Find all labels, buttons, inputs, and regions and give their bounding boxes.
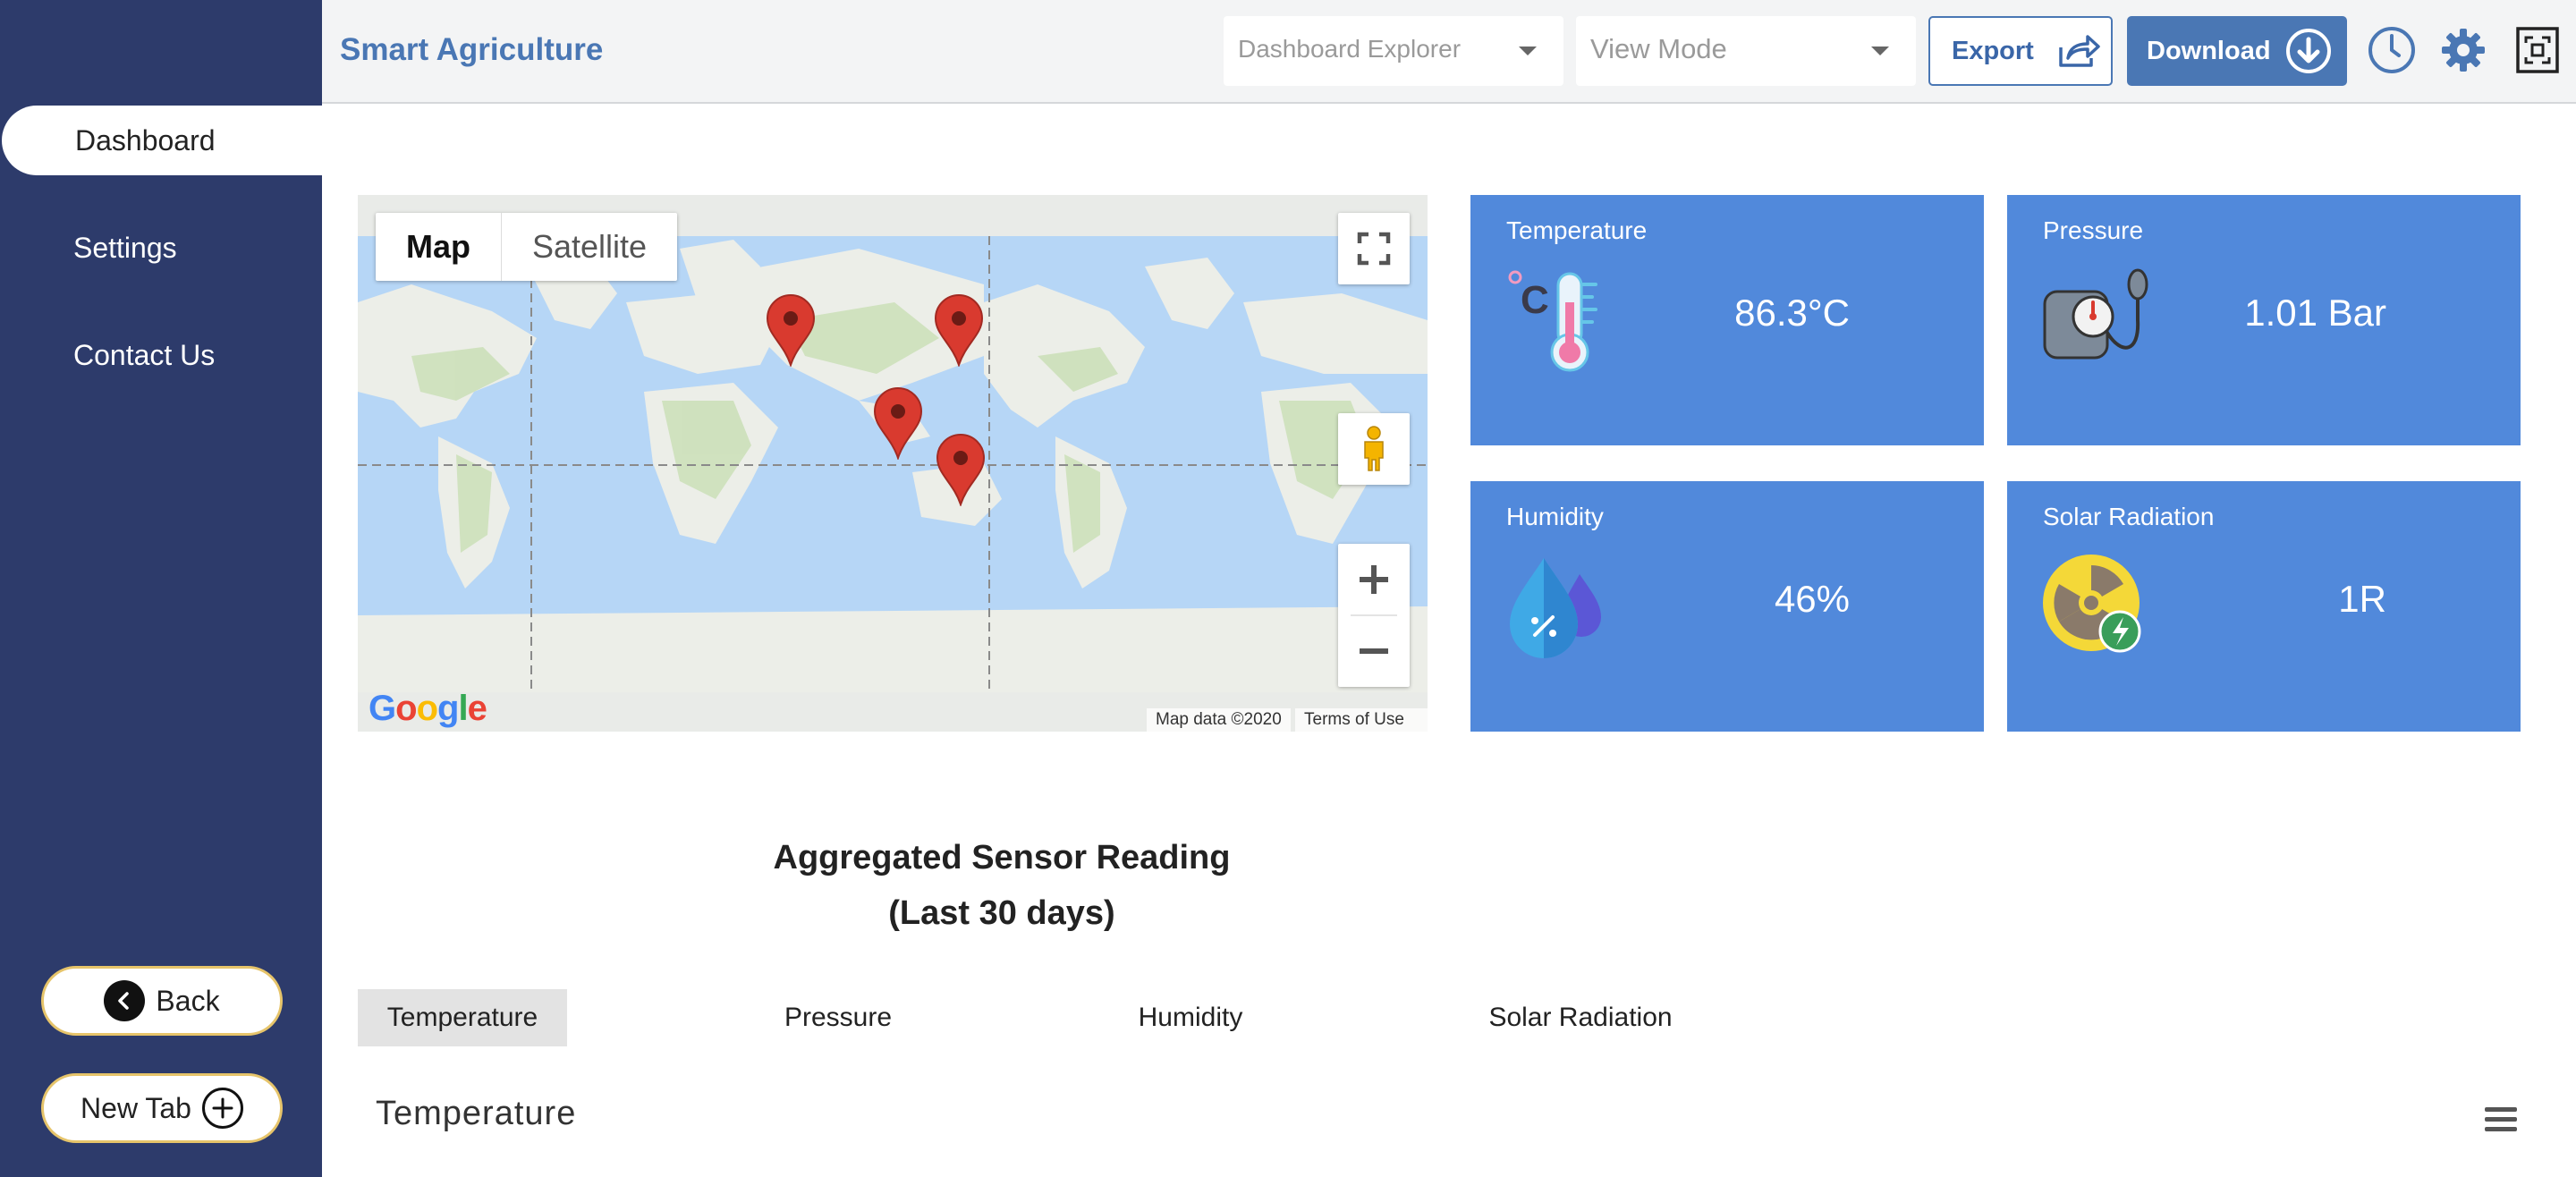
pressure-gauge-icon [2043,268,2148,360]
tab-humidity[interactable]: Humidity [1086,989,1295,1046]
card-label: Solar Radiation [2043,503,2215,530]
chevron-down-icon [1871,47,1889,55]
card-label: Temperature [1506,216,1648,244]
chevron-down-icon [1519,47,1537,55]
sidebar-item-contact-us[interactable]: Contact Us [0,320,322,390]
export-button[interactable]: Export [1928,16,2113,86]
temperature-value: 86.3°C [1734,292,1850,334]
temperature-card: Temperature C 86.3°C [1470,195,1984,445]
card-label: Pressure [2043,216,2144,244]
chevron-left-icon [104,980,146,1021]
back-button[interactable]: Back [41,966,283,1036]
thermometer-icon: C [1508,270,1597,372]
map-pin-icon[interactable] [936,433,986,506]
view-mode-value: View Mode [1590,33,1727,64]
screenshot-icon[interactable] [2515,25,2560,75]
radiation-icon [2043,555,2141,653]
terms-of-use-link[interactable]: Terms of Use [1295,708,1428,732]
zoom-controls [1338,544,1410,687]
tab-temperature[interactable]: Temperature [358,989,567,1046]
export-label: Export [1952,36,2034,65]
map-attribution: Map data ©2020 [1147,708,1291,732]
card-label: Humidity [1506,503,1604,530]
humidity-drop-icon [1510,558,1601,658]
download-button[interactable]: Download [2127,16,2347,86]
fullscreen-button[interactable] [1338,213,1410,284]
plus-circle-icon [201,1088,243,1129]
aggregated-subtitle: (Last 30 days) [888,894,1115,932]
zoom-out-icon[interactable] [1338,615,1410,687]
pressure-value: 1.01 Bar [2244,292,2386,334]
chart-title: Temperature [376,1095,577,1132]
pegman-icon [1364,426,1384,471]
map-type-satellite-button[interactable]: Satellite [502,213,677,281]
gear-icon[interactable] [2438,25,2488,75]
top-header: Smart Agriculture Dashboard Explorer Vie… [322,0,2576,104]
map-pin-icon[interactable] [934,293,984,367]
aggregated-title: Aggregated Sensor Reading [773,839,1231,876]
chart-menu-icon[interactable] [2485,1107,2517,1134]
tab-solar-radiation[interactable]: Solar Radiation [1449,989,1712,1046]
svg-text:C: C [1521,278,1549,322]
dashboard-explorer-value: Dashboard Explorer [1238,35,1462,63]
download-label: Download [2147,36,2271,65]
pressure-card: Pressure 1.01 Bar [2007,195,2521,445]
google-logo: Google [369,689,487,728]
map-pin-icon[interactable] [873,386,923,460]
sidebar: Dashboard Settings Contact Us Back New T… [0,0,322,1177]
map-pin-icon[interactable] [766,293,816,367]
solar-radiation-value: 1R [2338,578,2386,620]
sidebar-item-dashboard[interactable]: Dashboard [2,106,322,175]
back-label: Back [156,984,220,1017]
world-map[interactable]: Map Satellite Google Map data ©2020 Term… [358,195,1428,732]
share-icon [2059,35,2100,67]
app-title: Smart Agriculture [340,32,604,67]
humidity-card: Humidity 46% [1470,481,1984,732]
dashboard-explorer-select[interactable]: Dashboard Explorer [1224,16,1563,86]
zoom-in-icon[interactable] [1338,544,1410,615]
sidebar-item-settings[interactable]: Settings [0,213,322,283]
fullscreen-icon [1357,232,1391,266]
clock-icon[interactable] [2367,25,2417,75]
solar-radiation-card: Solar Radiation 1R [2007,481,2521,732]
map-type-toggle: Map Satellite [376,213,678,281]
new-tab-button[interactable]: New Tab [41,1073,283,1143]
humidity-value: 46% [1774,578,1850,620]
map-type-map-button[interactable]: Map [376,213,502,281]
tab-pressure[interactable]: Pressure [733,989,943,1046]
new-tab-label: New Tab [80,1091,191,1124]
download-circle-icon [2285,29,2331,73]
street-view-button[interactable] [1338,413,1410,485]
view-mode-select[interactable]: View Mode [1576,16,1916,86]
